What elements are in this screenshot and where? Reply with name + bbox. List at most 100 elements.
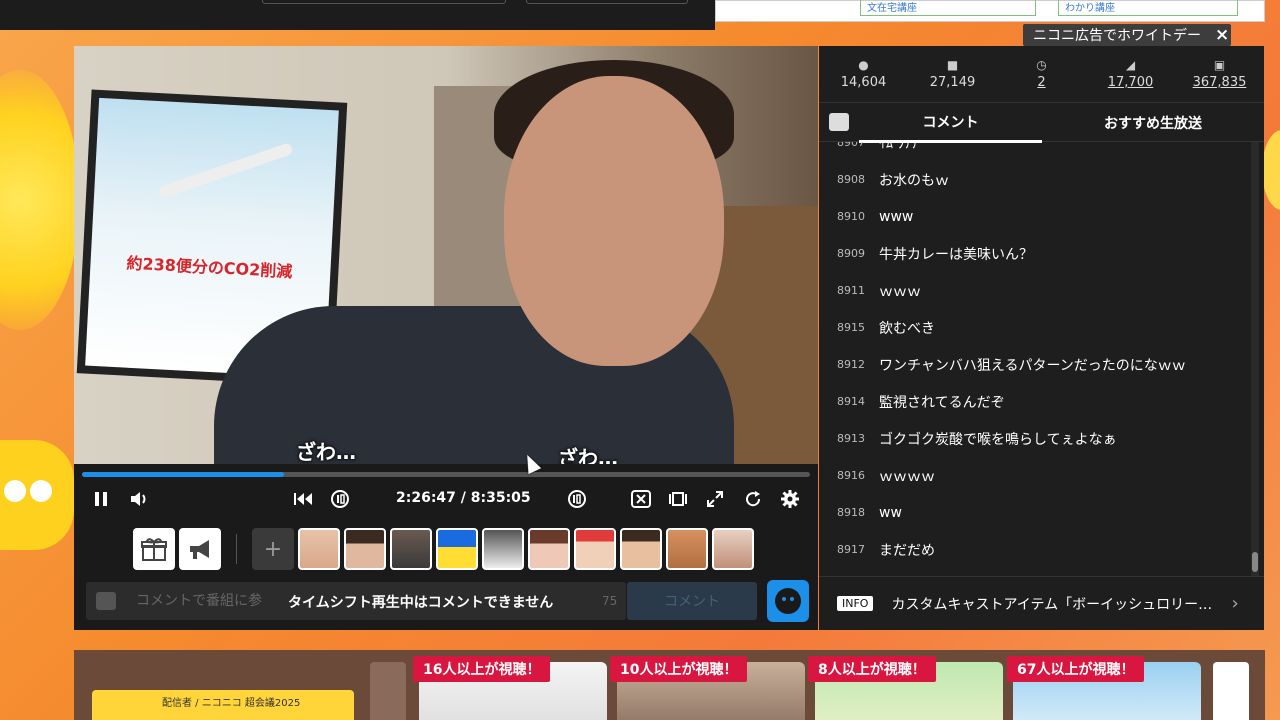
top-ad-area: 文在宅講座 わかり講座: [715, 0, 1265, 22]
comment-row[interactable]: 8907 ｲﾑ ﾌﾁﾁ: [819, 142, 1249, 161]
comment-row[interactable]: 8909 牛丼カレーは美味いん？: [819, 235, 1249, 272]
stamp-avatar-1[interactable]: [298, 528, 340, 570]
comment-bubble-icon: ■: [946, 58, 959, 72]
stamp-avatar-5[interactable]: [482, 528, 524, 570]
top-nav-bar: [0, 0, 715, 30]
clock-icon: ◷: [1036, 58, 1047, 72]
top-search-field[interactable]: [262, 0, 506, 4]
tab-comments[interactable]: コメント: [859, 103, 1042, 143]
gift-stamp-row: +: [74, 526, 818, 572]
stamp-avatar-10[interactable]: [712, 528, 754, 570]
comment-row[interactable]: 8908 お水のもｗ: [819, 161, 1249, 198]
rewind-10-icon[interactable]: [329, 488, 351, 510]
ad-box-right[interactable]: わかり講座: [1058, 0, 1238, 16]
comment-number: 8913: [837, 432, 865, 445]
fullscreen-icon[interactable]: [704, 488, 726, 510]
comment-number: 8908: [837, 173, 865, 186]
comment-row[interactable]: 8917 まだだめ: [819, 531, 1249, 568]
ad-box-left[interactable]: 文在宅講座: [860, 0, 1036, 16]
rec-next-button[interactable]: [1213, 662, 1249, 720]
comment-text: www: [879, 208, 914, 225]
comment-submit-button[interactable]: コメント: [627, 582, 757, 620]
video-caption-2: ざわ…: [558, 446, 618, 464]
comment-text: 牛丼カレーは美味いん？: [879, 246, 1033, 263]
comment-number: 8918: [837, 506, 865, 519]
comment-list[interactable]: 8907 ｲﾑ ﾌﾁﾁ 8908 お水のもｗ 8910 www 8909 牛丼カレーは美味いん…: [819, 142, 1264, 576]
rec-label-4: 67人以上が視聴！: [1007, 656, 1145, 682]
stat-timeshift[interactable]: ◷ 2: [997, 46, 1086, 102]
rec-label-3: 8人以上が視聴！: [808, 656, 936, 682]
comment-row[interactable]: 8916 ｗｗｗｗ: [819, 457, 1249, 494]
comment-number: 8910: [837, 210, 865, 223]
decorative-star: [0, 70, 80, 330]
comment-text: 飲むべき: [879, 320, 935, 337]
stats-bar: ● 14,604 ■ 27,149 ◷ 2 ◢ 17,700 ▣ 367,835: [819, 46, 1264, 102]
video-frame[interactable]: 約238便分のCO2削減 ざわ… ざわ…: [74, 46, 818, 464]
stamp-avatar-9[interactable]: [666, 528, 708, 570]
emotion-face-icon[interactable]: [767, 580, 809, 622]
nicoad-banner-text: ニコニ広告でホワイトデー: [1033, 28, 1201, 44]
stamp-avatar-7[interactable]: [574, 528, 616, 570]
gift-icon: ▣: [1213, 58, 1226, 72]
close-icon[interactable]: ×: [1215, 25, 1229, 45]
video-scene-person-head: [504, 76, 724, 366]
nicoad-banner[interactable]: ニコニ広告でホワイトデー ×: [1023, 24, 1231, 46]
comment-text: ｗｗｗ: [879, 283, 921, 300]
stamp-avatar-6[interactable]: [528, 528, 570, 570]
comment-toggle-icon[interactable]: [630, 488, 652, 510]
video-caption-1: ざわ…: [296, 440, 356, 464]
chevron-right-icon[interactable]: ›: [1231, 593, 1238, 614]
promo-banner[interactable]: 配信者 / ニコニコ 超会議2025: [92, 690, 354, 720]
stamp-avatar-2[interactable]: [344, 528, 386, 570]
comment-number: 8916: [837, 469, 865, 482]
info-badge: INFO: [837, 596, 874, 611]
comment-command-icon[interactable]: [96, 592, 116, 610]
stamp-avatar-3[interactable]: [390, 528, 432, 570]
comment-text: まだだめ: [879, 542, 935, 559]
settings-gear-icon[interactable]: [779, 488, 801, 510]
tab-recommended[interactable]: おすすめ生放送: [1042, 103, 1264, 143]
pause-icon[interactable]: [90, 488, 112, 510]
info-bar[interactable]: INFO カスタムキャストアイテム「ボーイッシュロリー… ›: [819, 576, 1264, 630]
forward-10-icon[interactable]: [566, 488, 588, 510]
comment-scrollbar[interactable]: [1251, 142, 1259, 576]
comment-number: 8909: [837, 247, 865, 260]
comment-row[interactable]: 8918 ww: [819, 494, 1249, 531]
recommendation-strip: 配信者 / ニコニコ 超会議2025 16人以上が視聴！ 10人以上が視聴！ 8…: [74, 650, 1265, 720]
reload-icon[interactable]: [742, 488, 764, 510]
rec-label-1: 16人以上が視聴！: [413, 656, 551, 682]
gift-icon[interactable]: [133, 528, 175, 570]
comment-row[interactable]: 8915 飲むべき: [819, 309, 1249, 346]
comment-row[interactable]: 8910 www: [819, 198, 1249, 235]
stat-nicoad[interactable]: ◢ 17,700: [1086, 46, 1175, 102]
skip-back-icon[interactable]: [292, 488, 314, 510]
comment-text: ゴクゴク炭酸で喉を鳴らしてぇよなぁ: [879, 431, 1117, 448]
comment-number: 8917: [837, 543, 865, 556]
rec-card-partial[interactable]: [370, 662, 406, 720]
theater-mode-icon[interactable]: [667, 488, 689, 510]
add-stamp-button[interactable]: +: [252, 528, 294, 570]
stamp-avatar-8[interactable]: [620, 528, 662, 570]
comment-number: 8914: [837, 395, 865, 408]
top-nav-field[interactable]: [526, 0, 688, 4]
decorative-shape-right: [1262, 130, 1280, 210]
comment-row[interactable]: 8913 ゴクゴク炭酸で喉を鳴らしてぇよなぁ: [819, 420, 1249, 457]
stamp-avatar-4[interactable]: [436, 528, 478, 570]
comment-settings-icon[interactable]: [829, 113, 849, 131]
volume-icon[interactable]: [128, 488, 150, 510]
comment-number: 8915: [837, 321, 865, 334]
comment-text: お水のもｗ: [879, 172, 949, 189]
comment-form: コメントで番組に参 タイムシフト再生中はコメントできません 75 コメント: [74, 578, 818, 622]
poster-text: 約238便分のCO2削減: [126, 253, 293, 282]
comment-row[interactable]: 8914 監視されてるんだぞ: [819, 383, 1249, 420]
separator: [236, 534, 237, 564]
nicoad-megaphone-icon[interactable]: [179, 528, 221, 570]
stat-gifts[interactable]: ▣ 367,835: [1175, 46, 1264, 102]
seek-bar[interactable]: [82, 472, 810, 477]
comment-text: ｗｗｗｗ: [879, 468, 935, 485]
comment-row[interactable]: 8911 ｗｗｗ: [819, 272, 1249, 309]
comment-row[interactable]: 8912 ワンチャンバハ狙えるパターンだったのになｗｗ: [819, 346, 1249, 383]
person-icon: ●: [858, 58, 869, 72]
comment-text: ｲﾑ ﾌﾁﾁ: [879, 142, 919, 152]
info-text: カスタムキャストアイテム「ボーイッシュロリー…: [891, 596, 1213, 613]
